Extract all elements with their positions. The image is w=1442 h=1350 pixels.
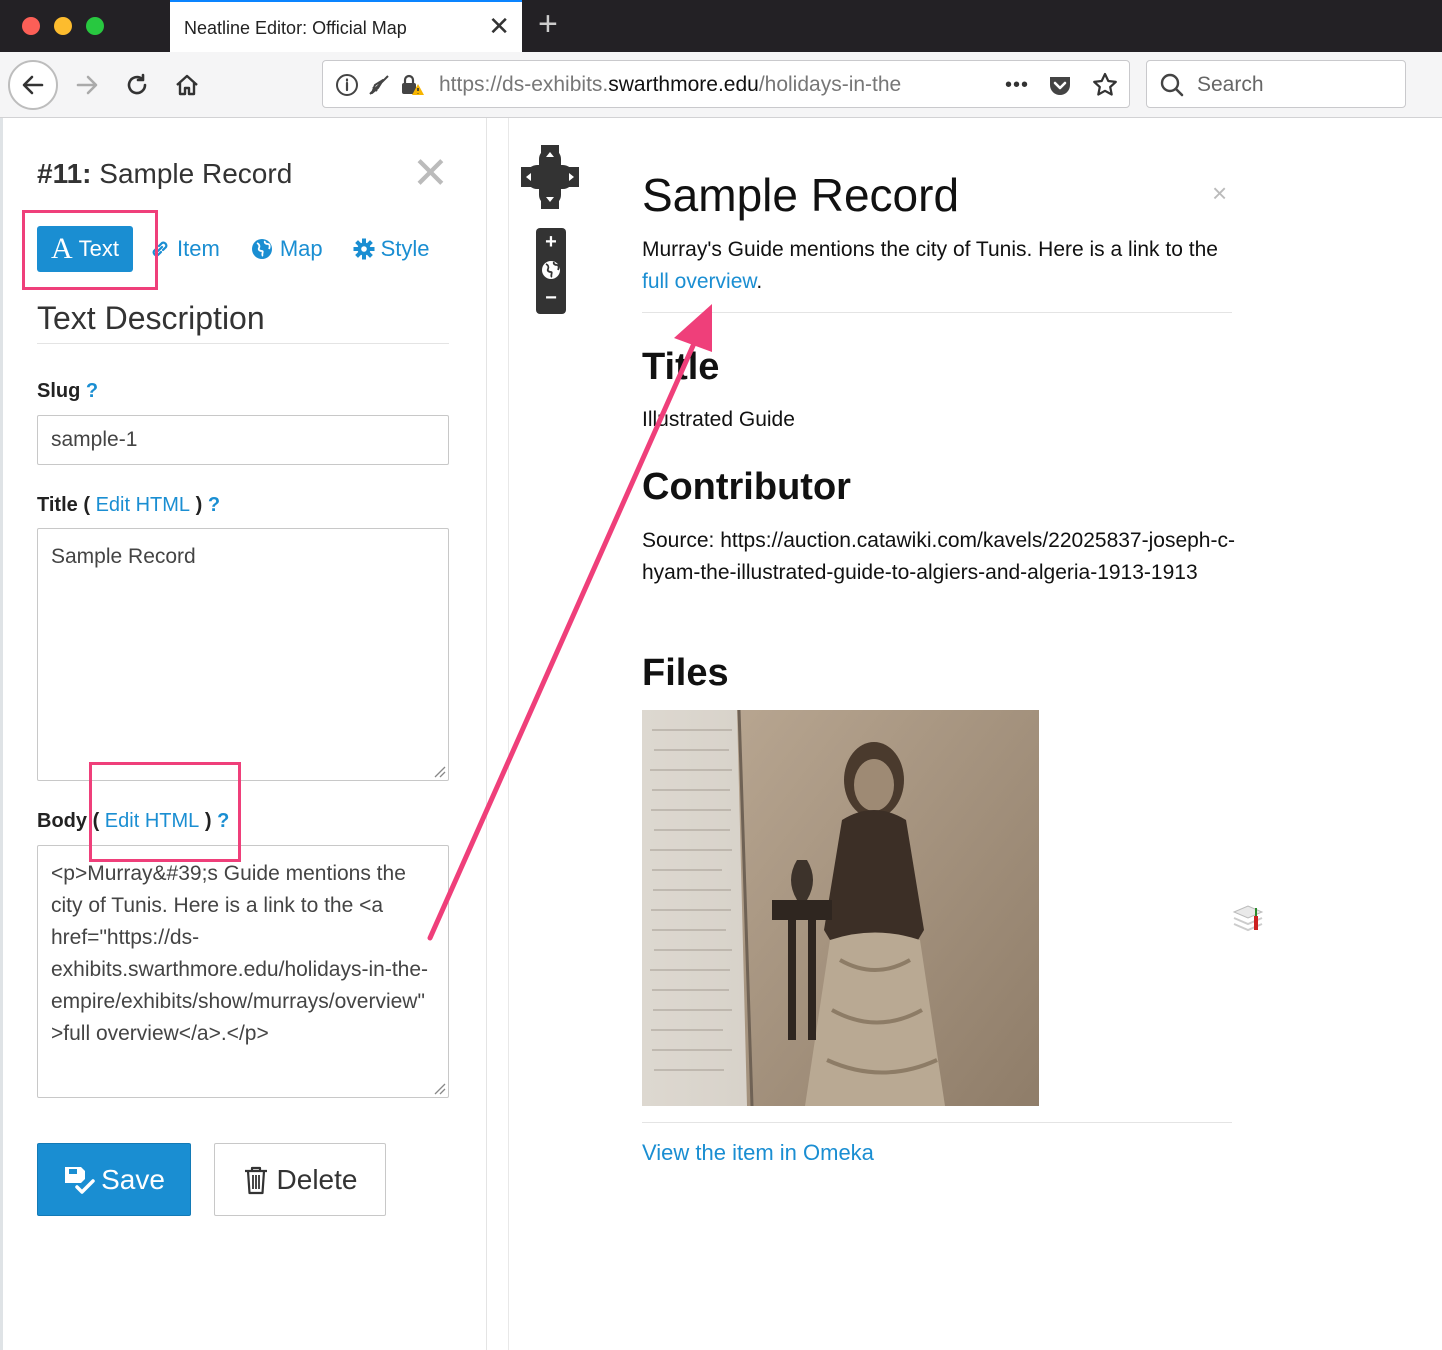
tab-item[interactable]: Item (149, 236, 220, 262)
tab-style[interactable]: Style (353, 236, 430, 262)
tracking-icon[interactable] (367, 73, 391, 97)
arrow-right-icon (76, 75, 98, 95)
resize-grip-icon[interactable] (432, 764, 446, 778)
slug-label: Slug ? (37, 380, 99, 402)
title-edit-html-link[interactable]: Edit HTML (96, 494, 190, 516)
view-in-omeka-link[interactable]: View the item in Omeka (642, 1140, 874, 1166)
tab-map[interactable]: Map (250, 236, 323, 262)
title-help[interactable]: ? (208, 494, 220, 516)
globe-icon (251, 239, 272, 259)
browser-tab[interactable]: Neatline Editor: Official Map ✕ (170, 0, 522, 52)
close-window-button[interactable] (22, 17, 40, 35)
file-thumbnail[interactable] (642, 710, 1039, 1106)
arrow-left-icon (22, 75, 44, 95)
zoom-control: + − (536, 228, 566, 314)
divider (642, 1122, 1232, 1123)
url-bar[interactable]: https://ds-exhibits.swarthmore.edu/holid… (322, 60, 1130, 108)
record-heading: #11: Sample Record (37, 158, 293, 189)
delete-button[interactable]: Delete (214, 1143, 386, 1216)
title-value: Illustrated Guide (642, 408, 795, 431)
divider (642, 312, 1232, 313)
tab-close-icon[interactable]: ✕ (488, 12, 510, 40)
url-text[interactable]: https://ds-exhibits.swarthmore.edu/holid… (439, 73, 949, 97)
bookmark-star-icon[interactable] (1091, 71, 1119, 99)
popup-title: Sample Record (642, 169, 960, 221)
left-edge-strip (0, 118, 3, 1350)
info-icon[interactable] (335, 73, 359, 97)
save-icon (65, 1166, 95, 1194)
body-textarea[interactable]: <p>Murray&#39;s Guide mentions the city … (37, 845, 449, 1098)
pan-control-icon[interactable] (521, 145, 579, 209)
url-security-icons[interactable] (335, 72, 425, 98)
page-actions-icon[interactable]: ••• (1005, 74, 1029, 97)
close-editor-icon[interactable]: ✕ (412, 152, 449, 196)
title-label: Title ( Edit HTML ) ? (37, 494, 221, 516)
contributor-heading: Contributor (642, 466, 851, 508)
full-overview-link[interactable]: full overview (642, 270, 756, 293)
gear-icon (353, 238, 375, 260)
files-heading: Files (642, 652, 729, 694)
record-editor-panel: #11: Sample Record ✕ A Text Item Map Sty… (0, 118, 487, 1350)
popup-close-icon[interactable]: × (1212, 178, 1227, 209)
reload-button[interactable] (112, 60, 162, 110)
section-title: Text Description (37, 300, 449, 344)
popup-body: Murray's Guide mentions the city of Tuni… (642, 238, 1218, 293)
insecure-lock-icon[interactable] (399, 72, 425, 98)
new-tab-icon[interactable]: + (538, 6, 558, 42)
title-heading: Title (642, 346, 720, 388)
home-button[interactable] (162, 60, 212, 110)
nav-bar: https://ds-exhibits.swarthmore.edu/holid… (0, 52, 1442, 118)
zoom-out-button[interactable]: − (536, 288, 566, 308)
zoom-in-button[interactable]: + (536, 232, 566, 252)
contributor-value: Source: https://auction.catawiki.com/kav… (642, 529, 1235, 584)
search-input[interactable]: Search (1197, 73, 1264, 97)
home-icon (176, 74, 198, 96)
title-textarea[interactable]: Sample Record (37, 528, 449, 781)
minimize-window-button[interactable] (54, 17, 72, 35)
back-button[interactable] (8, 60, 58, 110)
save-button[interactable]: Save (37, 1143, 191, 1216)
layers-icon[interactable] (1232, 904, 1264, 934)
slug-input[interactable]: sample-1 (37, 415, 449, 465)
edit-html-highlight (89, 762, 241, 862)
resize-grip-icon[interactable] (432, 1081, 446, 1095)
search-icon (1160, 73, 1184, 97)
slug-help[interactable]: ? (86, 380, 98, 402)
pocket-icon[interactable] (1047, 72, 1073, 98)
reload-icon (127, 73, 147, 95)
tab-title: Neatline Editor: Official Map (184, 18, 407, 38)
trash-icon (244, 1166, 267, 1194)
maximize-window-button[interactable] (86, 17, 104, 35)
text-tab-highlight (22, 210, 158, 290)
forward-button[interactable] (62, 60, 112, 110)
tab-bar: Neatline Editor: Official Map ✕ + (0, 0, 1442, 52)
globe-icon[interactable] (540, 259, 562, 281)
search-bar[interactable]: Search (1146, 60, 1406, 108)
